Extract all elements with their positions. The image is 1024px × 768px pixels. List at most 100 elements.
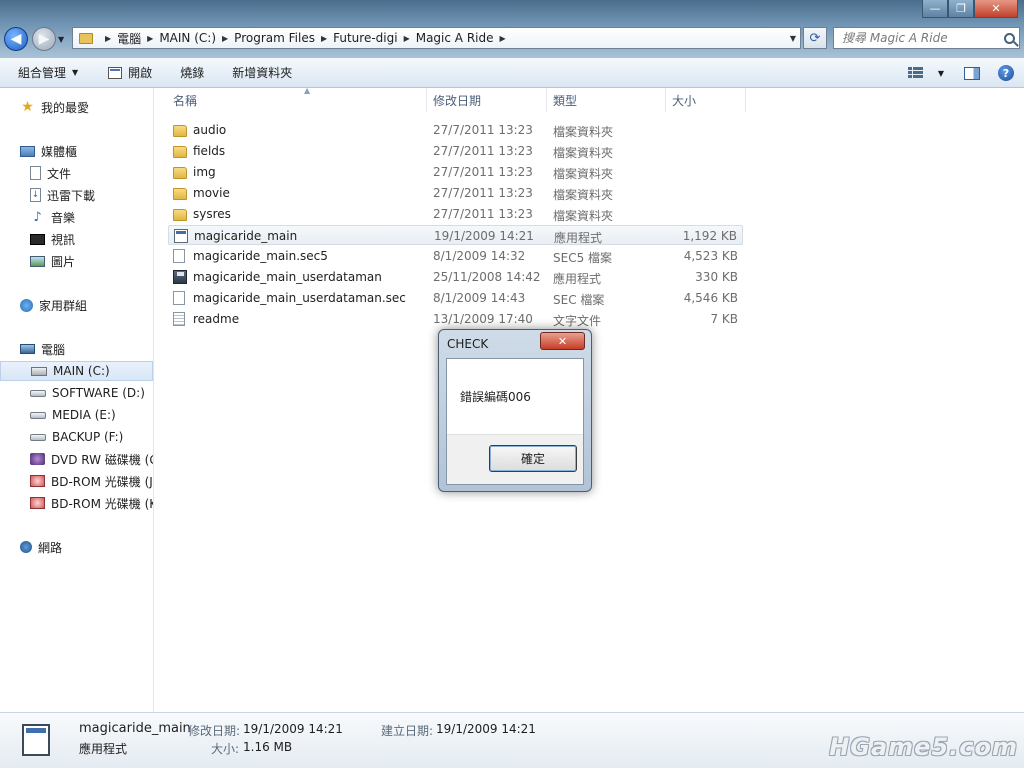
folder-icon	[173, 146, 187, 158]
chevron-right-icon[interactable]: ▶	[404, 34, 410, 43]
chevron-down-icon[interactable]: ▼	[938, 69, 944, 78]
file-date: 8/1/2009 14:43	[433, 291, 526, 305]
chevron-right-icon[interactable]: ▶	[321, 34, 327, 43]
nav-item-libraries[interactable]: 媒體櫃	[0, 141, 153, 161]
column-header-type[interactable]: 類型	[547, 88, 666, 112]
column-label: 名稱	[173, 93, 198, 108]
nav-label: 視訊	[51, 232, 76, 247]
bd-drive-icon	[30, 475, 45, 487]
breadcrumb-main-c[interactable]: MAIN (C:)	[159, 31, 216, 45]
folder-icon	[79, 32, 93, 44]
file-icon	[173, 249, 185, 263]
chevron-right-icon[interactable]: ▶	[222, 34, 228, 43]
dialog-message: 錯誤編碼006	[460, 390, 531, 404]
file-row-audio[interactable]: audio 27/7/2011 13:23 檔案資料夾	[168, 120, 743, 140]
navigation-pane: ★ 我的最愛 媒體櫃 文件 ↓ 迅雷下載 ♪ 音樂 視訊 圖片 家用群組 電腦 MAI…	[0, 88, 154, 712]
search-input[interactable]	[834, 31, 994, 45]
file-row-sysres[interactable]: sysres 27/7/2011 13:23 檔案資料夾	[168, 204, 743, 224]
file-date: 27/7/2011 13:23	[433, 186, 533, 200]
folder-icon	[173, 209, 187, 221]
chevron-right-icon[interactable]: ▶	[105, 34, 111, 43]
organize-button[interactable]: 組合管理 ▼	[10, 58, 86, 88]
nav-label: DVD RW 磁碟機 (G	[51, 452, 153, 467]
dialog-close-button[interactable]: ✕	[540, 332, 585, 350]
file-row-img[interactable]: img 27/7/2011 13:23 檔案資料夾	[168, 162, 743, 182]
bd-drive-icon	[30, 497, 45, 509]
column-header-name[interactable]: 名稱 ▲	[167, 86, 427, 112]
nav-item-pictures[interactable]: 圖片	[0, 251, 153, 271]
details-created-value: 19/1/2009 14:21	[436, 722, 536, 736]
help-icon[interactable]: ?	[998, 65, 1014, 81]
new-folder-button[interactable]: 新增資料夾	[224, 58, 300, 88]
close-button[interactable]: ✕	[974, 0, 1018, 18]
nav-item-favorites[interactable]: ★ 我的最愛	[0, 97, 153, 117]
file-row-fields[interactable]: fields 27/7/2011 13:23 檔案資料夾	[168, 141, 743, 161]
nav-item-drive-e[interactable]: MEDIA (E:)	[0, 405, 153, 425]
refresh-icon: ⟳	[809, 30, 821, 46]
nav-item-computer[interactable]: 電腦	[0, 339, 153, 359]
nav-item-dvd-drive[interactable]: DVD RW 磁碟機 (G	[0, 449, 153, 469]
file-row-userdataman[interactable]: magicaride_main_userdataman 25/11/2008 1…	[168, 267, 743, 287]
refresh-button[interactable]: ⟳	[803, 27, 827, 49]
nav-label: SOFTWARE (D:)	[52, 386, 145, 400]
file-row-magicaride-main-sec5[interactable]: magicaride_main.sec5 8/1/2009 14:32 SEC5…	[168, 246, 743, 266]
breadcrumb-computer[interactable]: 電腦	[117, 30, 141, 47]
hard-drive-icon	[30, 411, 46, 419]
file-row-movie[interactable]: movie 27/7/2011 13:23 檔案資料夾	[168, 183, 743, 203]
nav-item-videos[interactable]: 視訊	[0, 229, 153, 249]
nav-label: BACKUP (F:)	[52, 430, 124, 444]
file-type: 應用程式	[553, 272, 602, 286]
file-row-readme[interactable]: readme 13/1/2009 17:40 文字文件 7 KB	[168, 309, 743, 329]
search-box[interactable]	[833, 27, 1020, 49]
file-type: SEC 檔案	[553, 293, 605, 307]
application-icon	[22, 724, 50, 756]
nav-item-homegroup[interactable]: 家用群組	[0, 295, 153, 315]
document-icon	[30, 166, 41, 180]
recent-pages-dropdown[interactable]: ▼	[58, 35, 64, 44]
nav-item-music[interactable]: ♪ 音樂	[0, 207, 153, 227]
preview-pane-icon[interactable]	[964, 66, 980, 80]
file-size: 1,192 KB	[682, 229, 737, 243]
nav-item-drive-f[interactable]: BACKUP (F:)	[0, 427, 153, 447]
file-row-userdataman-sec[interactable]: magicaride_main_userdataman.sec 8/1/2009…	[168, 288, 743, 308]
column-header-modified[interactable]: 修改日期	[427, 88, 547, 112]
ok-button[interactable]: 確定	[489, 445, 577, 472]
breadcrumb-magic-a-ride[interactable]: Magic A Ride	[416, 31, 494, 45]
nav-item-bd-drive-k[interactable]: BD-ROM 光碟機 (K	[0, 493, 153, 513]
nav-item-xunlei[interactable]: ↓ 迅雷下載	[0, 185, 153, 205]
details-size-value: 1.16 MB	[243, 740, 293, 754]
back-button[interactable]: ◀	[4, 27, 28, 51]
open-button[interactable]: 開啟	[100, 58, 160, 88]
column-label: 修改日期	[433, 93, 482, 108]
nav-label: 家用群組	[39, 298, 88, 313]
breadcrumb-program-files[interactable]: Program Files	[234, 31, 315, 45]
nav-label: 電腦	[41, 342, 66, 357]
minimize-button[interactable]: —	[922, 0, 948, 18]
address-bar[interactable]: ▶ 電腦 ▶ MAIN (C:) ▶ Program Files ▶ Futur…	[72, 27, 801, 49]
dvd-drive-icon	[30, 453, 45, 465]
maximize-button[interactable]: ❐	[948, 0, 974, 18]
burn-button[interactable]: 燒錄	[172, 58, 212, 88]
folder-icon	[173, 167, 187, 179]
search-icon[interactable]	[1004, 32, 1015, 44]
breadcrumb-future-digi[interactable]: Future-digi	[333, 31, 397, 45]
nav-item-drive-d[interactable]: SOFTWARE (D:)	[0, 383, 153, 403]
column-header-size[interactable]: 大小	[666, 88, 746, 112]
nav-item-bd-drive-j[interactable]: BD-ROM 光碟機 (J	[0, 471, 153, 491]
nav-item-documents[interactable]: 文件	[0, 163, 153, 183]
system-drive-icon	[31, 366, 47, 376]
file-name: readme	[193, 312, 240, 326]
nav-label: 迅雷下載	[47, 188, 96, 203]
nav-item-network[interactable]: 網路	[0, 537, 153, 557]
chevron-right-icon[interactable]: ▶	[499, 34, 505, 43]
forward-button[interactable]: ▶	[32, 27, 56, 51]
view-options-icon[interactable]	[907, 67, 924, 79]
chevron-right-icon[interactable]: ▶	[147, 34, 153, 43]
file-type: SEC5 檔案	[553, 251, 613, 265]
address-dropdown[interactable]: ▼	[790, 34, 796, 43]
hard-drive-icon	[30, 389, 46, 397]
star-icon: ★	[21, 99, 34, 115]
file-row-magicaride-main[interactable]: magicaride_main 19/1/2009 14:21 應用程式 1,1…	[168, 225, 743, 245]
nav-item-drive-c[interactable]: MAIN (C:)	[0, 361, 153, 381]
file-name: magicaride_main_userdataman.sec	[193, 291, 406, 305]
